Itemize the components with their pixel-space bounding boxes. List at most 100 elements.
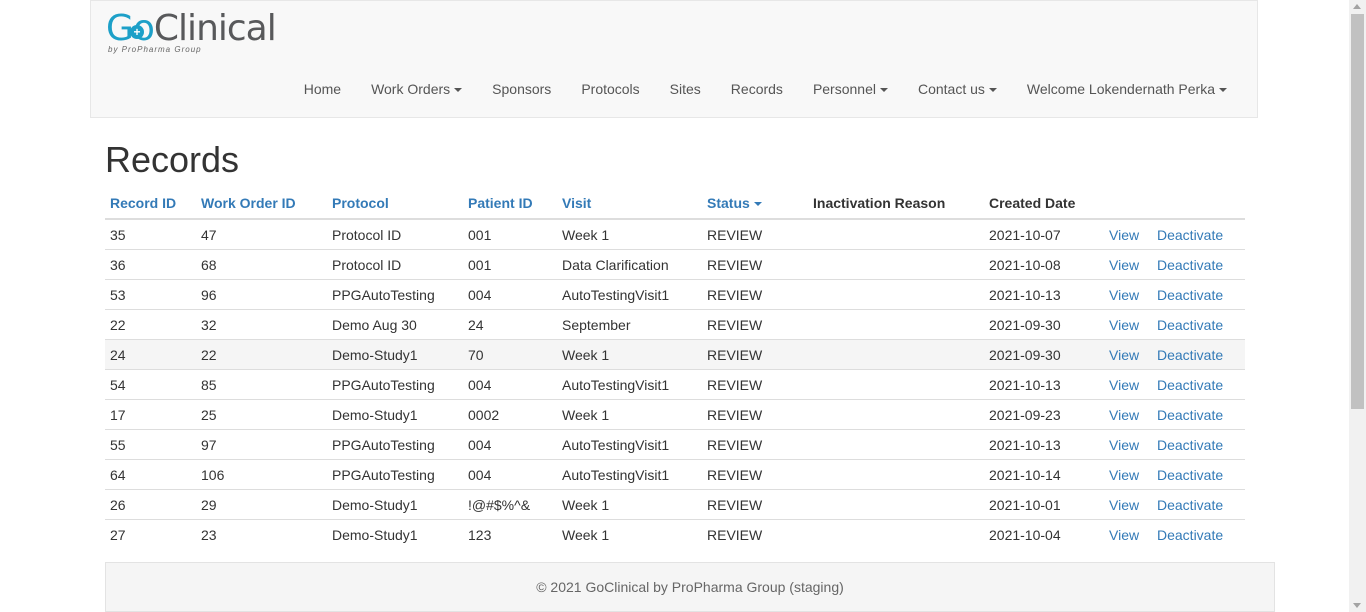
nav-item-protocols[interactable]: Protocols xyxy=(566,75,654,103)
nav-item-sponsors[interactable]: Sponsors xyxy=(477,75,566,103)
scrollbar-thumb[interactable] xyxy=(1351,14,1364,409)
cell-inactivation-reason xyxy=(808,218,984,250)
scroll-up-icon[interactable] xyxy=(1353,4,1361,9)
col-header-protocol[interactable]: Protocol xyxy=(327,188,463,220)
cell-view: View xyxy=(1104,309,1152,340)
cell-visit: AutoTestingVisit1 xyxy=(557,429,702,460)
nav-item-label: Protocols xyxy=(581,81,640,97)
cell-view: View xyxy=(1104,218,1152,250)
cell-inactivation-reason xyxy=(808,279,984,310)
cell-protocol: Demo-Study1 xyxy=(327,339,463,370)
goclinical-logo[interactable]: GoClinical + by ProPharma Group xyxy=(106,7,277,57)
cell-visit: Week 1 xyxy=(557,489,702,520)
nav-item-work-orders[interactable]: Work Orders xyxy=(356,75,477,103)
cell-created-date: 2021-10-13 xyxy=(984,429,1104,460)
cell-deactivate: Deactivate xyxy=(1152,369,1245,400)
view-link[interactable]: View xyxy=(1109,497,1139,513)
view-link[interactable]: View xyxy=(1109,527,1139,543)
deactivate-link[interactable]: Deactivate xyxy=(1157,347,1223,363)
cell-view: View xyxy=(1104,399,1152,430)
cell-protocol: PPGAutoTesting xyxy=(327,369,463,400)
cell-protocol: Demo-Study1 xyxy=(327,519,463,549)
cell-patient-id: 004 xyxy=(463,279,557,310)
view-link[interactable]: View xyxy=(1109,347,1139,363)
cell-protocol: Demo-Study1 xyxy=(327,399,463,430)
view-link[interactable]: View xyxy=(1109,287,1139,303)
deactivate-link[interactable]: Deactivate xyxy=(1157,407,1223,423)
deactivate-link[interactable]: Deactivate xyxy=(1157,227,1223,243)
cell-record-id: 24 xyxy=(105,339,196,370)
sort-desc-icon xyxy=(753,202,762,207)
view-link[interactable]: View xyxy=(1109,467,1139,483)
deactivate-link[interactable]: Deactivate xyxy=(1157,377,1223,393)
cell-view: View xyxy=(1104,369,1152,400)
nav-item-welcome-lokendernath-perka[interactable]: Welcome Lokendernath Perka xyxy=(1012,75,1242,103)
cell-record-id: 17 xyxy=(105,399,196,430)
cell-patient-id: 001 xyxy=(463,249,557,280)
cell-view: View xyxy=(1104,459,1152,490)
nav-item-sites[interactable]: Sites xyxy=(655,75,716,103)
records-table-container: Record ID Work Order ID Protocol Patient… xyxy=(105,188,1245,562)
col-header-created-date: Created Date xyxy=(984,188,1104,220)
cell-deactivate: Deactivate xyxy=(1152,489,1245,520)
cell-status: REVIEW xyxy=(702,429,808,460)
cell-status: REVIEW xyxy=(702,489,808,520)
vertical-scrollbar[interactable] xyxy=(1349,0,1366,612)
cell-created-date: 2021-10-08 xyxy=(984,249,1104,280)
cell-inactivation-reason xyxy=(808,339,984,370)
nav-item-home[interactable]: Home xyxy=(289,75,356,103)
table-header-row: Record ID Work Order ID Protocol Patient… xyxy=(105,188,1245,220)
cell-patient-id: 004 xyxy=(463,459,557,490)
cell-protocol: Demo-Study1 xyxy=(327,489,463,520)
table-row: 27 23 Demo-Study1 123 Week 1 REVIEW 2021-10-04… xyxy=(105,519,1245,549)
col-header-work-order-id[interactable]: Work Order ID xyxy=(196,188,327,220)
cell-inactivation-reason xyxy=(808,459,984,490)
view-link[interactable]: View xyxy=(1109,377,1139,393)
view-link[interactable]: View xyxy=(1109,257,1139,273)
table-row: 54 85 PPGAutoTesting 004 AutoTestingVisit1 RE… xyxy=(105,369,1245,400)
cell-created-date: 2021-10-13 xyxy=(984,369,1104,400)
cell-work-order-id: 47 xyxy=(196,218,327,250)
deactivate-link[interactable]: Deactivate xyxy=(1157,467,1223,483)
cell-visit: Week 1 xyxy=(557,519,702,549)
footer-text: © 2021 GoClinical by ProPharma Group (st… xyxy=(536,579,844,595)
nav-item-records[interactable]: Records xyxy=(716,75,798,103)
logo-subtitle: by ProPharma Group xyxy=(108,45,202,54)
nav-item-label: Personnel xyxy=(812,81,876,97)
col-header-deactivate-action xyxy=(1152,188,1245,220)
cell-deactivate: Deactivate xyxy=(1152,279,1245,310)
logo-plus-icon: + xyxy=(130,25,144,39)
cell-record-id: 26 xyxy=(105,489,196,520)
cell-visit: Week 1 xyxy=(557,218,702,250)
cell-status: REVIEW xyxy=(702,249,808,280)
cell-created-date: 2021-09-30 xyxy=(984,309,1104,340)
table-row: 36 68 Protocol ID 001 Data Clarification REVI… xyxy=(105,249,1245,280)
nav-item-personnel[interactable]: Personnel xyxy=(798,75,903,103)
cell-work-order-id: 106 xyxy=(196,459,327,490)
col-header-patient-id[interactable]: Patient ID xyxy=(463,188,557,220)
caret-down-icon xyxy=(1219,88,1227,93)
deactivate-link[interactable]: Deactivate xyxy=(1157,497,1223,513)
cell-visit: AutoTestingVisit1 xyxy=(557,459,702,490)
deactivate-link[interactable]: Deactivate xyxy=(1157,527,1223,543)
nav-item-label: Welcome Lokendernath Perka xyxy=(1026,81,1215,97)
view-link[interactable]: View xyxy=(1109,317,1139,333)
cell-status: REVIEW xyxy=(702,339,808,370)
deactivate-link[interactable]: Deactivate xyxy=(1157,437,1223,453)
scroll-down-icon[interactable] xyxy=(1353,603,1361,608)
nav-item-contact-us[interactable]: Contact us xyxy=(903,75,1012,103)
cell-work-order-id: 97 xyxy=(196,429,327,460)
col-header-record-id[interactable]: Record ID xyxy=(105,188,196,220)
view-link[interactable]: View xyxy=(1109,227,1139,243)
deactivate-link[interactable]: Deactivate xyxy=(1157,287,1223,303)
cell-protocol: PPGAutoTesting xyxy=(327,429,463,460)
col-header-visit[interactable]: Visit xyxy=(557,188,702,220)
col-header-status[interactable]: Status xyxy=(702,188,808,220)
deactivate-link[interactable]: Deactivate xyxy=(1157,257,1223,273)
nav-item-label: Home xyxy=(303,81,342,97)
view-link[interactable]: View xyxy=(1109,437,1139,453)
cell-inactivation-reason xyxy=(808,369,984,400)
cell-work-order-id: 32 xyxy=(196,309,327,340)
deactivate-link[interactable]: Deactivate xyxy=(1157,317,1223,333)
view-link[interactable]: View xyxy=(1109,407,1139,423)
